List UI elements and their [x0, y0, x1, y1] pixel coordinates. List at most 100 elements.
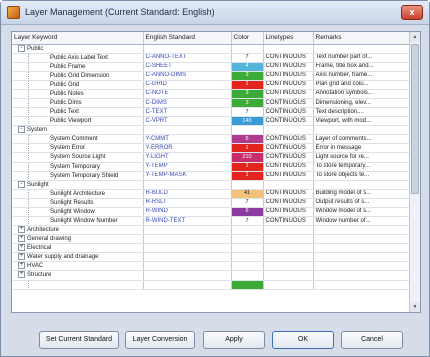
column-header-english-standard[interactable]: English Standard	[143, 32, 232, 45]
color-swatch-cell[interactable]: 7	[231, 198, 264, 208]
english-standard-cell[interactable]: C-ANNO-TEXT	[143, 53, 232, 63]
linetype-cell[interactable]: CONTINUOUS	[263, 162, 314, 172]
linetype-cell[interactable]	[263, 243, 314, 254]
layer-group-row[interactable]: + General drawing	[12, 234, 411, 245]
remarks-cell[interactable]	[313, 234, 411, 245]
layer-group-row[interactable]: - Public	[12, 44, 411, 54]
color-swatch-cell[interactable]: 7	[231, 216, 264, 227]
ok-button[interactable]: OK	[272, 331, 334, 349]
layer-row[interactable]: System Error Y-ERROR 1 CONTINUOUS Error in m…	[12, 143, 411, 154]
color-swatch-cell[interactable]: 3	[231, 71, 264, 81]
layer-group-row[interactable]: - System	[12, 125, 411, 136]
layer-keyword-cell[interactable]: Sunlight Architecture	[12, 189, 144, 199]
layer-row[interactable]	[12, 280, 411, 290]
layer-group-row[interactable]: + Structure	[12, 270, 411, 281]
english-standard-cell[interactable]	[143, 234, 232, 245]
linetype-cell[interactable]: CONTINUOUS	[263, 207, 314, 217]
layer-keyword-cell[interactable]: Public Notes	[12, 89, 144, 99]
layer-group-row[interactable]: + Architecture	[12, 225, 411, 236]
layer-keyword-cell[interactable]: Public Viewport	[12, 116, 144, 127]
english-standard-cell[interactable]: Y-TEMP	[143, 162, 232, 172]
color-swatch-cell[interactable]: 7	[231, 107, 264, 118]
layer-row[interactable]: System Temporary Shield Y-TEMP-MASK 1 CONTI…	[12, 171, 411, 181]
linetype-cell[interactable]: CONTINUOUS	[263, 62, 314, 72]
vertical-scrollbar[interactable]: ▲ ▼	[409, 32, 420, 312]
color-swatch-cell[interactable]: 210	[231, 152, 264, 163]
english-standard-cell[interactable]	[143, 44, 232, 54]
collapse-icon[interactable]: -	[18, 180, 25, 188]
remarks-cell[interactable]	[313, 225, 411, 236]
color-swatch-cell[interactable]	[231, 44, 264, 54]
color-swatch-cell[interactable]	[231, 270, 264, 281]
remarks-cell[interactable]: Light source for re...	[313, 152, 411, 163]
column-header-color[interactable]: Color	[231, 32, 264, 45]
layer-row[interactable]: System Source Light Y-LIGHT 210 CONTINUOUS L…	[12, 152, 411, 163]
apply-button[interactable]: Apply	[203, 331, 265, 349]
layer-keyword-cell[interactable]: - Sunlight	[12, 180, 144, 190]
layer-row[interactable]: Public Text C-TEXT 7 CONTINUOUS Text descrip…	[12, 107, 411, 118]
layer-keyword-cell[interactable]: + General drawing	[12, 234, 144, 245]
english-standard-cell[interactable]: C-GRID	[143, 80, 232, 90]
close-button[interactable]: x	[401, 5, 423, 20]
layer-row[interactable]: Public Axis Label Text C-ANNO-TEXT 7 CONTIN…	[12, 53, 411, 63]
color-swatch-cell[interactable]: 140	[231, 116, 264, 127]
layer-row[interactable]: Public Viewport C-VPRT 140 CONTINUOUS Viewpo…	[12, 116, 411, 127]
linetype-cell[interactable]: CONTINUOUS	[263, 80, 314, 90]
layer-keyword-cell[interactable]: System Temporary	[12, 162, 144, 172]
english-standard-cell[interactable]	[143, 270, 232, 281]
linetype-cell[interactable]: CONTINUOUS	[263, 143, 314, 154]
remarks-cell[interactable]: Window number of...	[313, 216, 411, 227]
color-swatch-cell[interactable]: 1	[231, 162, 264, 172]
layer-keyword-cell[interactable]: Public Dims	[12, 98, 144, 109]
layer-keyword-cell[interactable]: - System	[12, 125, 144, 136]
remarks-cell[interactable]: To store objects te...	[313, 171, 411, 181]
color-swatch-cell[interactable]: 1	[231, 143, 264, 154]
remarks-cell[interactable]	[313, 252, 411, 263]
linetype-cell[interactable]	[263, 270, 314, 281]
english-standard-cell[interactable]: R-BULD	[143, 189, 232, 199]
remarks-cell[interactable]: Frame, title box and...	[313, 62, 411, 72]
remarks-cell[interactable]	[313, 280, 411, 290]
layer-conversion-button[interactable]: Layer Conversion	[125, 331, 195, 349]
color-swatch-cell[interactable]: 3	[231, 98, 264, 109]
english-standard-cell[interactable]	[143, 261, 232, 272]
remarks-cell[interactable]: Text description,...	[313, 107, 411, 118]
linetype-cell[interactable]	[263, 252, 314, 263]
layer-row[interactable]: Sunlight Window R-WIND 6 CONTINUOUS Window m…	[12, 207, 411, 217]
layer-keyword-cell[interactable]: + Architecture	[12, 225, 144, 236]
linetype-cell[interactable]	[263, 225, 314, 236]
remarks-cell[interactable]: Annotation symbols...	[313, 89, 411, 99]
layer-row[interactable]: Public Grid Dimension C-ANNO-DIMS 3 CONTINU…	[12, 71, 411, 81]
layer-row[interactable]: Sunlight Architecture R-BULD 41 CONTINUOUS B…	[12, 189, 411, 199]
english-standard-cell[interactable]	[143, 180, 232, 190]
linetype-cell[interactable]: CONTINUOUS	[263, 152, 314, 163]
english-standard-cell[interactable]	[143, 225, 232, 236]
english-standard-cell[interactable]: C-SHEET	[143, 62, 232, 72]
english-standard-cell[interactable]: R-RSLT	[143, 198, 232, 208]
scrollbar-thumb[interactable]	[411, 44, 419, 194]
collapse-icon[interactable]: -	[18, 126, 25, 134]
layer-keyword-cell[interactable]: + Electrical	[12, 243, 144, 254]
english-standard-cell[interactable]	[143, 243, 232, 254]
remarks-cell[interactable]	[313, 261, 411, 272]
linetype-cell[interactable]: CONTINUOUS	[263, 198, 314, 208]
layer-keyword-cell[interactable]: Public Frame	[12, 62, 144, 72]
english-standard-cell[interactable]: R-WIND	[143, 207, 232, 217]
remarks-cell[interactable]	[313, 125, 411, 136]
linetype-cell[interactable]	[263, 180, 314, 190]
linetype-cell[interactable]: CONTINUOUS	[263, 116, 314, 127]
layer-group-row[interactable]: + HVAC	[12, 261, 411, 272]
english-standard-cell[interactable]	[143, 125, 232, 136]
english-standard-cell[interactable]: Y-LIGHT	[143, 152, 232, 163]
expand-icon[interactable]: +	[18, 253, 25, 261]
linetype-cell[interactable]: CONTINUOUS	[263, 189, 314, 199]
layer-row[interactable]: Public Grid C-GRID 1 CONTINUOUS Plan grid an…	[12, 80, 411, 90]
title-bar[interactable]: Layer Management (Current Standard: Engl…	[1, 1, 429, 25]
column-header-remarks[interactable]: Remarks	[313, 32, 411, 45]
linetype-cell[interactable]: CONTINUOUS	[263, 134, 314, 145]
expand-icon[interactable]: +	[18, 244, 25, 252]
english-standard-cell[interactable]: C-NOTE	[143, 89, 232, 99]
layer-keyword-cell[interactable]: Public Text	[12, 107, 144, 118]
expand-icon[interactable]: +	[18, 226, 25, 234]
layer-keyword-cell[interactable]: System Temporary Shield	[12, 171, 144, 181]
